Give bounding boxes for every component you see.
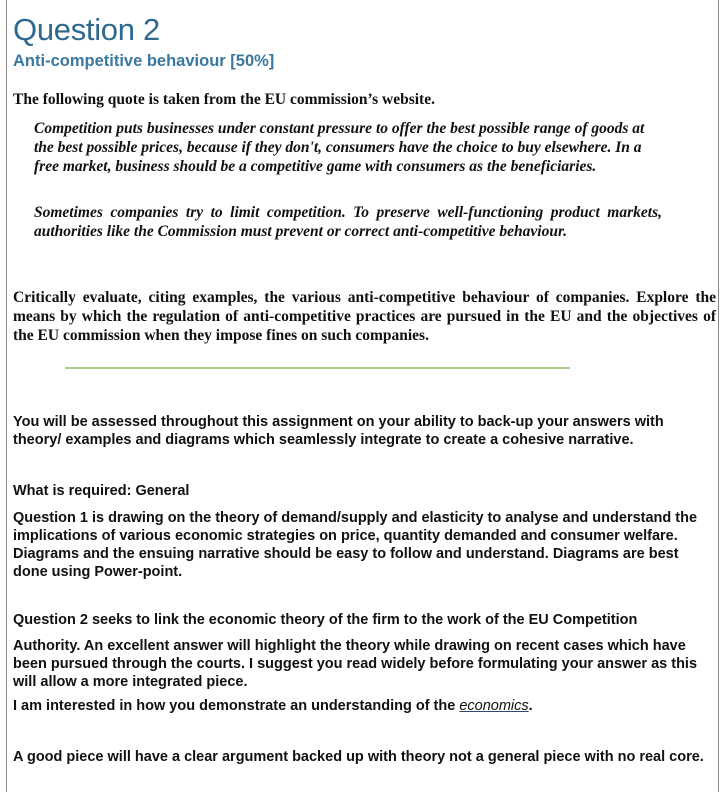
document-page: Question 2 Anti-competitive behaviour [5…	[6, 0, 719, 792]
required-heading: What is required: General	[13, 483, 190, 499]
horizontal-divider	[65, 367, 570, 369]
question2-guidance-line1: Question 2 seeks to link the economic th…	[13, 612, 638, 628]
quote-paragraph-1: Competition puts businesses under consta…	[34, 120, 645, 175]
interest-suffix: .	[528, 698, 533, 714]
question2-guidance: Authority. An excellent answer will high…	[13, 638, 698, 690]
quote-paragraph-2: Sometimes companies try to limit competi…	[34, 204, 662, 240]
assessment-text: You will be assessed throughout this ass…	[13, 414, 664, 448]
economics-link[interactable]: economics	[459, 698, 528, 714]
page-title: Question 2	[13, 12, 160, 47]
interest-text: I am interested in how you demonstrate a…	[13, 697, 716, 715]
page-subtitle: Anti-competitive behaviour [50%]	[13, 52, 275, 70]
task-instructions: Critically evaluate, citing examples, th…	[13, 289, 716, 344]
intro-text: The following quote is taken from the EU…	[13, 91, 435, 108]
question1-guidance: Question 1 is drawing on the theory of d…	[13, 510, 698, 580]
interest-prefix: I am interested in how you demonstrate a…	[13, 698, 460, 714]
good-piece-text: A good piece will have a clear argument …	[13, 749, 704, 765]
